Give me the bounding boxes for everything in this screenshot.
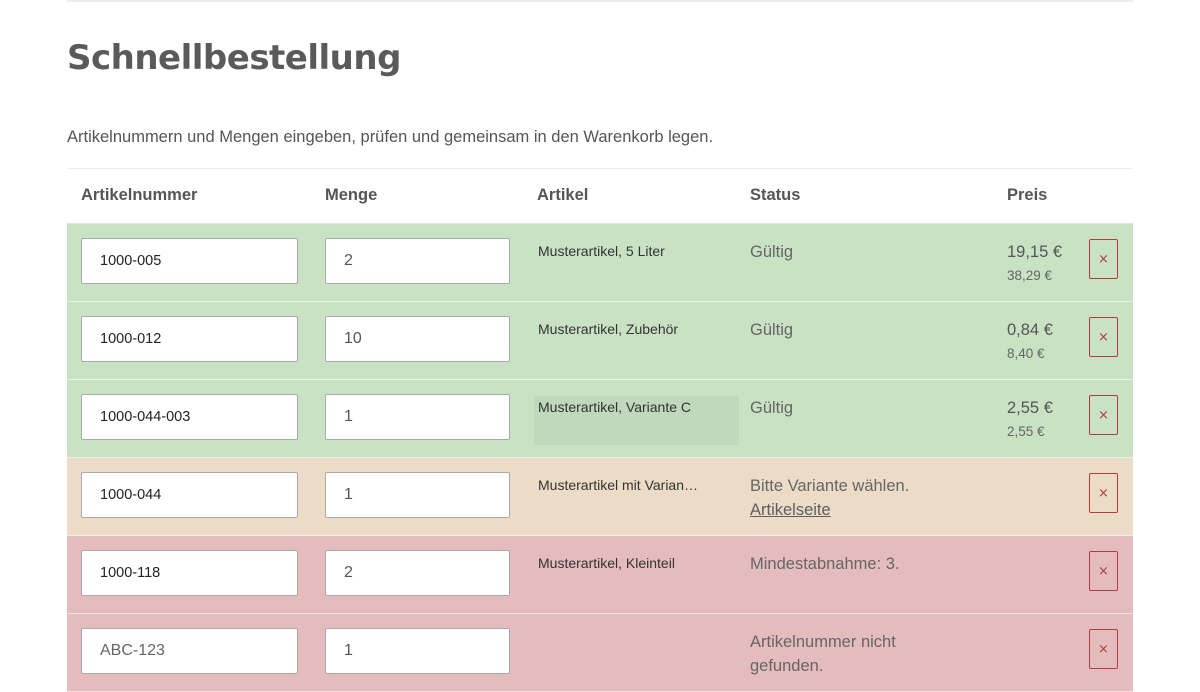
close-icon: × bbox=[1098, 407, 1109, 423]
sku-input[interactable]: 1000-012 bbox=[81, 316, 298, 362]
close-icon: × bbox=[1098, 563, 1109, 579]
line-total: 2,55 € bbox=[1007, 424, 1045, 439]
remove-row-button[interactable]: × bbox=[1089, 239, 1118, 279]
quantity-input[interactable]: 10 bbox=[325, 316, 510, 362]
quick-order-table: Artikelnummer Menge Artikel Status Preis… bbox=[67, 169, 1133, 692]
status-text: Artikelnummer nicht gefunden. bbox=[750, 630, 970, 678]
remove-row-button[interactable]: × bbox=[1089, 629, 1118, 669]
status-message: Gültig bbox=[750, 399, 794, 417]
close-icon: × bbox=[1098, 641, 1109, 657]
top-divider bbox=[67, 0, 1133, 2]
table-row: 1000-044-003 1 Musterartikel, Variante C… bbox=[67, 380, 1133, 458]
price-cell: 19,15 € 38,29 € bbox=[1007, 240, 1062, 288]
status-message: Bitte Variante wählen. bbox=[750, 477, 910, 495]
status-message: Gültig bbox=[750, 321, 794, 339]
line-total: 38,29 € bbox=[1007, 268, 1053, 283]
status-text: Gültig bbox=[750, 318, 970, 342]
article-name: Musterartikel mit Varian… bbox=[538, 477, 699, 493]
article-name: Musterartikel, Variante C bbox=[534, 396, 740, 445]
quantity-input[interactable]: 2 bbox=[325, 238, 510, 284]
price-cell: 2,55 € 2,55 € bbox=[1007, 396, 1053, 444]
line-total: 8,40 € bbox=[1007, 346, 1045, 361]
unit-price: 2,55 € bbox=[1007, 399, 1053, 417]
close-icon: × bbox=[1098, 329, 1109, 345]
status-message: Gültig bbox=[750, 243, 794, 261]
column-header-status: Status bbox=[750, 186, 801, 204]
status-text: Bitte Variante wählen. Artikelseite bbox=[750, 474, 970, 522]
column-header-sku: Artikelnummer bbox=[81, 186, 198, 204]
page-intro: Artikelnummern und Mengen eingeben, prüf… bbox=[67, 128, 714, 146]
table-header: Artikelnummer Menge Artikel Status Preis bbox=[67, 169, 1133, 224]
page-title: Schnellbestellung bbox=[67, 38, 401, 78]
price-cell: 0,84 € 8,40 € bbox=[1007, 318, 1053, 366]
unit-price: 19,15 € bbox=[1007, 243, 1063, 261]
column-header-price: Preis bbox=[1007, 186, 1048, 204]
sku-input[interactable]: 1000-005 bbox=[81, 238, 298, 284]
unit-price: 0,84 € bbox=[1007, 321, 1053, 339]
close-icon: × bbox=[1098, 485, 1109, 501]
sku-input[interactable]: 1000-044 bbox=[81, 472, 298, 518]
column-header-article: Artikel bbox=[537, 186, 589, 204]
status-text: Gültig bbox=[750, 240, 970, 264]
remove-row-button[interactable]: × bbox=[1089, 317, 1118, 357]
article-name: Musterartikel, Zubehör bbox=[538, 321, 679, 337]
table-row: 1000-118 2 Musterartikel, Kleinteil Mind… bbox=[67, 536, 1133, 614]
status-text: Mindestabnahme: 3. bbox=[750, 552, 970, 576]
close-icon: × bbox=[1098, 251, 1109, 267]
article-page-link[interactable]: Artikelseite bbox=[750, 501, 831, 519]
quantity-input[interactable]: 1 bbox=[325, 394, 510, 440]
table-row: 1000-044 1 Musterartikel mit Varian… Bit… bbox=[67, 458, 1133, 536]
remove-row-button[interactable]: × bbox=[1089, 395, 1118, 435]
quantity-input[interactable]: 1 bbox=[325, 472, 510, 518]
article-name: Musterartikel, Kleinteil bbox=[538, 555, 675, 571]
quantity-input[interactable]: 2 bbox=[325, 550, 510, 596]
remove-row-button[interactable]: × bbox=[1089, 551, 1118, 591]
remove-row-button[interactable]: × bbox=[1089, 473, 1118, 513]
column-header-qty: Menge bbox=[325, 186, 378, 204]
quantity-input[interactable]: 1 bbox=[325, 628, 510, 674]
article-name: Musterartikel, 5 Liter bbox=[538, 243, 665, 259]
status-message: Mindestabnahme: 3. bbox=[750, 555, 900, 573]
table-row: 1000-012 10 Musterartikel, Zubehör Gülti… bbox=[67, 302, 1133, 380]
sku-input[interactable]: 1000-044-003 bbox=[81, 394, 298, 440]
table-row: 1000-005 2 Musterartikel, 5 Liter Gültig… bbox=[67, 224, 1133, 302]
status-message: Artikelnummer nicht gefunden. bbox=[750, 633, 896, 675]
status-text: Gültig bbox=[750, 396, 970, 420]
table-row: ABC-123 1 Artikelnummer nicht gefunden. … bbox=[67, 614, 1133, 692]
sku-input[interactable]: ABC-123 bbox=[81, 628, 298, 674]
sku-input[interactable]: 1000-118 bbox=[81, 550, 298, 596]
